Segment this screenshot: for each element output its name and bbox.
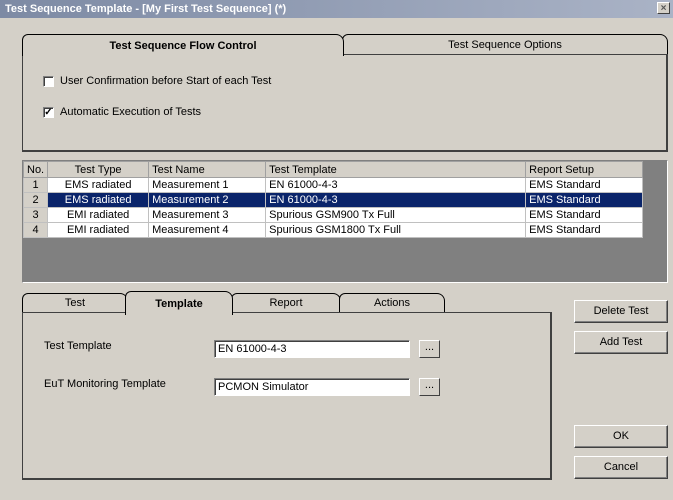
- automatic-execution-check[interactable]: ✓: [43, 106, 54, 118]
- eut-monitoring-field[interactable]: PCMON Simulator: [214, 378, 410, 396]
- tab-test[interactable]: Test: [22, 293, 128, 313]
- user-confirmation-check[interactable]: [43, 75, 54, 87]
- test-template-label: Test Template: [44, 340, 112, 352]
- cell-test-name: Measurement 1: [148, 177, 267, 193]
- table-row[interactable]: 1 EMS radiated Measurement 1 EN 61000-4-…: [22, 177, 644, 193]
- cancel-button[interactable]: Cancel: [574, 456, 668, 479]
- cell-test-type: EMS radiated: [47, 192, 150, 208]
- column-header-test-name[interactable]: Test Name: [148, 161, 267, 178]
- cell-report-setup: EMS Standard: [525, 207, 644, 223]
- tab-report-label: Report: [269, 297, 303, 309]
- cell-test-name: Measurement 3: [148, 207, 267, 223]
- flow-control-panel: [22, 54, 668, 152]
- close-icon[interactable]: ×: [657, 2, 670, 14]
- eut-monitoring-browse-button[interactable]: ...: [419, 378, 440, 396]
- row-number: 1: [22, 177, 49, 193]
- add-test-button[interactable]: Add Test: [574, 331, 668, 354]
- automatic-execution-label: Automatic Execution of Tests: [60, 106, 202, 118]
- user-confirmation-checkbox[interactable]: User Confirmation before Start of each T…: [43, 75, 271, 87]
- cell-report-setup: EMS Standard: [525, 222, 644, 238]
- test-table-area: No. Test Type Test Name Test Template Re…: [22, 160, 668, 283]
- cell-test-template: Spurious GSM900 Tx Full: [265, 207, 527, 223]
- table-row[interactable]: 4 EMI radiated Measurement 4 Spurious GS…: [22, 222, 644, 238]
- delete-test-button[interactable]: Delete Test: [574, 300, 668, 323]
- eut-monitoring-label: EuT Monitoring Template: [44, 378, 166, 390]
- tab-test-label: Test: [64, 297, 86, 309]
- cell-test-name: Measurement 4: [148, 222, 267, 238]
- row-number: 2: [22, 192, 49, 208]
- cell-report-setup: EMS Standard: [525, 192, 644, 208]
- table-row[interactable]: 3 EMI radiated Measurement 3 Spurious GS…: [22, 207, 644, 223]
- row-number: 3: [22, 207, 49, 223]
- column-header-report-setup[interactable]: Report Setup: [525, 161, 644, 178]
- tab-report[interactable]: Report: [231, 293, 341, 313]
- cell-test-template: EN 61000-4-3: [265, 192, 527, 208]
- cell-test-template: Spurious GSM1800 Tx Full: [265, 222, 527, 238]
- tab-sequence-options[interactable]: Test Sequence Options: [342, 34, 668, 54]
- cell-test-template: EN 61000-4-3: [265, 177, 527, 193]
- window-title: Test Sequence Template - [My First Test …: [5, 3, 287, 15]
- cell-test-name: Measurement 2: [148, 192, 267, 208]
- tab-flow-control-label: Test Sequence Flow Control: [109, 40, 257, 52]
- tab-actions-label: Actions: [373, 297, 411, 309]
- tab-template[interactable]: Template: [125, 291, 233, 315]
- test-template-field[interactable]: EN 61000-4-3: [214, 340, 410, 358]
- ok-button[interactable]: OK: [574, 425, 668, 448]
- test-template-browse-button[interactable]: ...: [419, 340, 440, 358]
- automatic-execution-checkbox[interactable]: ✓ Automatic Execution of Tests: [43, 106, 201, 118]
- cell-test-type: EMS radiated: [47, 177, 150, 193]
- template-panel: [22, 312, 552, 480]
- user-confirmation-label: User Confirmation before Start of each T…: [60, 75, 272, 87]
- cell-report-setup: EMS Standard: [525, 177, 644, 193]
- column-header-no[interactable]: No.: [22, 161, 49, 178]
- column-header-test-template[interactable]: Test Template: [265, 161, 527, 178]
- test-table: No. Test Type Test Name Test Template Re…: [22, 161, 644, 238]
- tab-flow-control[interactable]: Test Sequence Flow Control: [22, 34, 344, 56]
- cell-test-type: EMI radiated: [47, 207, 150, 223]
- column-header-test-type[interactable]: Test Type: [47, 161, 150, 178]
- tab-actions[interactable]: Actions: [339, 293, 445, 313]
- tab-template-label: Template: [155, 298, 203, 310]
- cell-test-type: EMI radiated: [47, 222, 150, 238]
- row-number: 4: [22, 222, 49, 238]
- tab-sequence-options-label: Test Sequence Options: [448, 39, 562, 51]
- title-bar[interactable]: Test Sequence Template - [My First Test …: [0, 0, 673, 18]
- table-header-row: No. Test Type Test Name Test Template Re…: [22, 161, 644, 178]
- table-row-selected[interactable]: 2 EMS radiated Measurement 2 EN 61000-4-…: [22, 192, 644, 208]
